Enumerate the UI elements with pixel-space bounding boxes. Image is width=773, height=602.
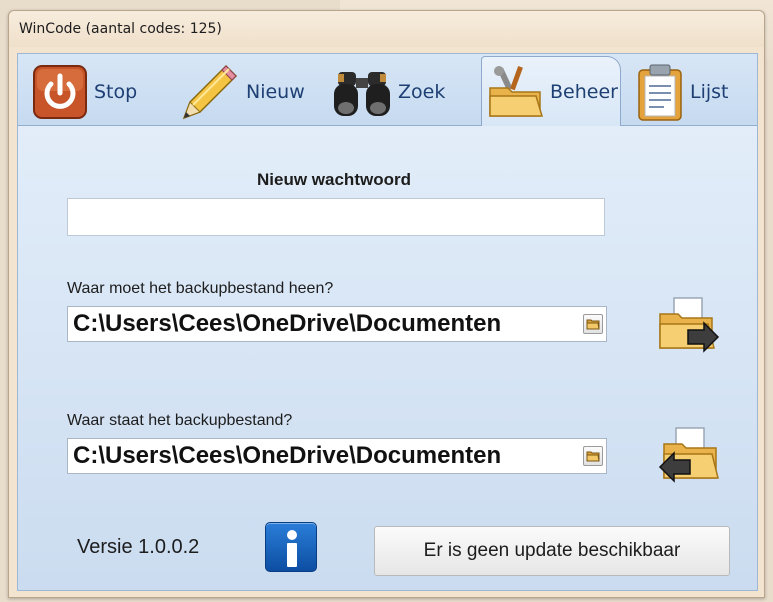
tab-beheer[interactable]: Beheer [481, 56, 621, 127]
backup-target-label: Waar moet het backupbestand heen? [67, 280, 334, 297]
tab-stop[interactable]: Stop [32, 58, 137, 126]
new-password-heading: Nieuw wachtwoord [257, 170, 411, 189]
tab-zoek-label: Zoek [398, 81, 446, 103]
backup-target-browse-button[interactable] [583, 314, 603, 334]
clipboard-icon [638, 64, 682, 121]
tab-strip: Stop Nieuw Zoek Beheer Lijst [18, 54, 757, 127]
backup-source-path: C:\Users\Cees\OneDrive\Documenten [73, 442, 502, 469]
tab-nieuw-label: Nieuw [246, 81, 305, 103]
pencil-icon [182, 64, 238, 120]
binoculars-icon [334, 72, 390, 116]
tab-stop-label: Stop [94, 81, 138, 103]
new-password-input[interactable] [67, 198, 605, 236]
backup-target-path: C:\Users\Cees\OneDrive\Documenten [73, 310, 502, 337]
version-text: Versie 1.0.0.2 [77, 536, 200, 558]
tab-lijst-label: Lijst [690, 81, 729, 103]
backup-source-path-field[interactable]: C:\Users\Cees\OneDrive\Documenten [67, 438, 607, 474]
folder-icon [586, 319, 600, 330]
tab-zoek[interactable]: Zoek [332, 58, 445, 126]
folder-tools-icon [489, 66, 544, 117]
backup-import-icon[interactable] [658, 424, 720, 486]
info-button[interactable] [265, 522, 317, 572]
tab-nieuw[interactable]: Nieuw [176, 58, 305, 126]
wincode-window: WinCode (aantal codes: 125) Stop Nieuw Z… [8, 10, 765, 598]
update-status-button[interactable]: Er is geen update beschikbaar [374, 526, 730, 576]
window-title: WinCode (aantal codes: 125) [9, 11, 764, 47]
backup-target-path-field[interactable]: C:\Users\Cees\OneDrive\Documenten [67, 306, 607, 342]
power-icon [33, 65, 87, 119]
backup-source-label: Waar staat het backupbestand? [67, 412, 293, 429]
backup-export-icon[interactable] [658, 294, 720, 356]
backup-source-browse-button[interactable] [583, 446, 603, 466]
tab-beheer-label: Beheer [550, 81, 618, 103]
info-icon [287, 530, 297, 567]
tab-lijst[interactable]: Lijst [636, 58, 729, 126]
beheer-panel: Nieuw wachtwoord Waar moet het backupbes… [18, 126, 757, 590]
folder-icon [586, 451, 600, 462]
client-area: Stop Nieuw Zoek Beheer Lijst Nieuw wacht… [17, 53, 758, 591]
